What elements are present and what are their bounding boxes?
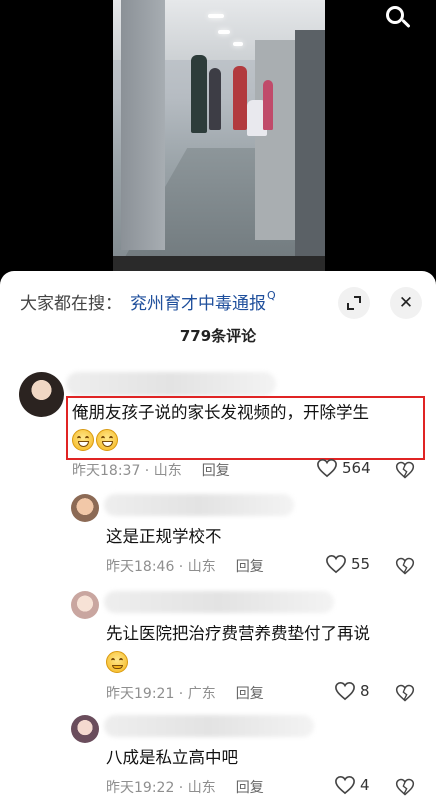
avatar[interactable] — [19, 372, 64, 417]
avatar[interactable] — [71, 591, 99, 619]
avatar[interactable] — [71, 494, 99, 522]
comment-text: 俺朋友孩子说的家长发视频的，开除学生 — [72, 403, 369, 422]
comment-sheet: 大家都在搜： 兖州育才中毒通报 Q ✕ 779条评论 俺朋友孩子说的家长发视频的… — [0, 271, 436, 800]
video-player[interactable] — [0, 0, 436, 278]
username-blurred — [104, 591, 334, 613]
video-frame — [113, 0, 325, 278]
trending-prefix: 大家都在搜： — [20, 293, 122, 314]
video-door — [295, 30, 325, 260]
comment-time: 昨天19:22 · 山东 — [106, 780, 216, 796]
broken-heart-icon[interactable] — [395, 556, 415, 576]
ceiling-light — [208, 14, 224, 18]
like-button[interactable]: 4 — [334, 775, 370, 795]
search-small-icon: Q — [267, 288, 276, 302]
person — [263, 80, 273, 130]
comment-item: 这是正规学校不 昨天18:46 · 山东 回复 55 — [0, 494, 436, 580]
person — [233, 66, 247, 130]
comment-emoji-row — [72, 426, 120, 452]
comment-time: 昨天18:46 · 山东 — [106, 559, 216, 575]
heart-icon — [335, 775, 355, 795]
comment-emoji-row — [106, 648, 130, 674]
comment-time: 昨天18:37 · 山东 — [72, 463, 182, 479]
video-wall — [255, 40, 295, 240]
comment-meta: 昨天19:21 · 广东 回复 — [106, 683, 264, 703]
search-icon[interactable] — [382, 2, 412, 32]
grin-emoji-icon — [72, 428, 94, 451]
username-blurred — [104, 715, 314, 737]
comment-item: 先让医院把治疗费营养费垫付了再说 昨天19:21 · 广东 回复 8 — [0, 591, 436, 707]
trending-search[interactable]: 大家都在搜： 兖州育才中毒通报 Q — [20, 287, 276, 315]
video-door — [121, 0, 165, 250]
like-button[interactable]: 8 — [334, 681, 370, 701]
reply-button[interactable]: 回复 — [236, 683, 264, 703]
reply-button[interactable]: 回复 — [202, 460, 230, 480]
avatar[interactable] — [71, 715, 99, 743]
comment-item: 八成是私立高中吧 昨天19:22 · 山东 回复 4 — [0, 715, 436, 800]
grin-emoji-icon — [96, 428, 118, 451]
close-button[interactable]: ✕ — [390, 287, 422, 319]
comment-count: 779条评论 — [179, 327, 257, 345]
trending-query-link[interactable]: 兖州育才中毒通报 — [130, 289, 266, 314]
comment-text: 这是正规学校不 — [106, 527, 222, 546]
expand-icon — [347, 296, 361, 310]
reply-button[interactable]: 回复 — [236, 777, 264, 797]
comment-meta: 昨天18:46 · 山东 回复 — [106, 556, 264, 576]
close-icon: ✕ — [398, 292, 414, 313]
person — [209, 68, 221, 130]
person — [191, 55, 207, 133]
like-count: 4 — [360, 776, 370, 794]
reply-button[interactable]: 回复 — [236, 556, 264, 576]
comment-meta: 昨天18:37 · 山东 回复 — [72, 460, 230, 480]
broken-heart-icon[interactable] — [395, 777, 415, 797]
like-button[interactable]: 564 — [316, 458, 371, 478]
comment-text: 先让医院把治疗费营养费垫付了再说 — [106, 624, 370, 643]
broken-heart-icon[interactable] — [395, 683, 415, 703]
ceiling-light — [233, 42, 243, 46]
broken-heart-icon[interactable] — [395, 460, 415, 480]
comment-item: 俺朋友孩子说的家长发视频的，开除学生 昨天18:37 · 山东 回复 564 — [0, 372, 436, 482]
username-blurred — [104, 494, 294, 516]
like-count: 564 — [342, 459, 371, 477]
like-button[interactable]: 55 — [325, 554, 370, 574]
heart-icon — [335, 681, 355, 701]
ceiling-light — [218, 30, 230, 34]
expand-button[interactable] — [338, 287, 370, 319]
comment-meta: 昨天19:22 · 山东 回复 — [106, 777, 264, 797]
sly-emoji-icon — [106, 650, 128, 673]
comment-time: 昨天19:21 · 广东 — [106, 686, 216, 702]
username-blurred — [66, 372, 276, 396]
like-count: 55 — [351, 555, 371, 573]
heart-icon — [326, 554, 346, 574]
comment-text: 八成是私立高中吧 — [106, 748, 238, 767]
heart-icon — [317, 458, 337, 478]
like-count: 8 — [360, 682, 370, 700]
